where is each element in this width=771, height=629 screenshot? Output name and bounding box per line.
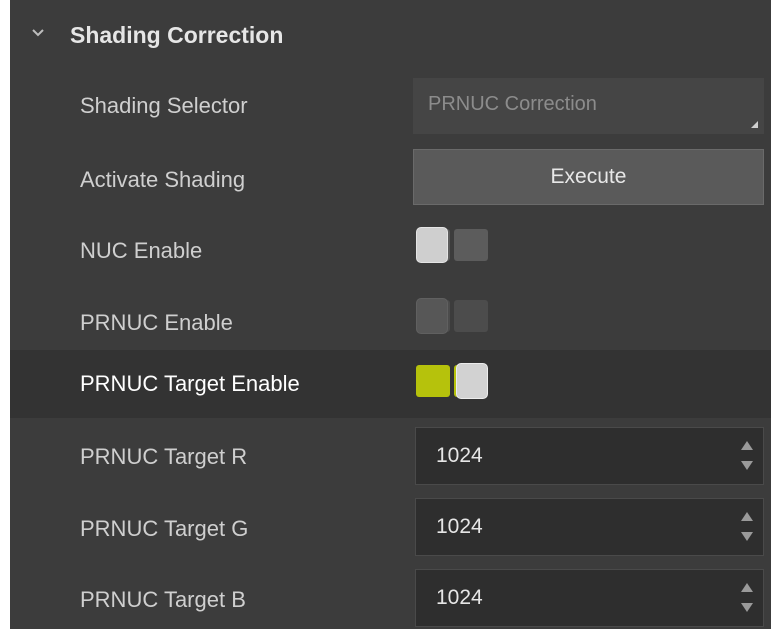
shading-selector-label: Shading Selector [80,93,248,118]
row-prnuc-target-b: PRNUC Target B 1024 [10,566,771,629]
activate-shading-label: Activate Shading [80,167,246,192]
section-header-shading-correction[interactable]: Shading Correction [10,0,771,70]
prnuc-enable-label: PRNUC Enable [80,310,233,335]
chevron-down-icon[interactable] [31,26,45,40]
row-prnuc-target-r: PRNUC Target R 1024 [10,424,771,490]
row-prnuc-enable: PRNUC Enable [10,288,771,354]
prnuc-target-enable-label: PRNUC Target Enable [80,371,300,396]
execute-button[interactable]: Execute [413,149,764,205]
shading-selector-dropdown[interactable]: PRNUC Correction [413,78,764,134]
spin-up-icon[interactable] [741,583,753,592]
nuc-enable-toggle[interactable] [416,226,490,264]
prnuc-target-g-value: 1024 [436,515,483,538]
prnuc-target-g-label: PRNUC Target G [80,516,249,541]
spin-up-icon[interactable] [741,441,753,450]
nuc-enable-label: NUC Enable [80,238,203,263]
prnuc-enable-toggle[interactable] [416,297,490,335]
toggle-knob [416,227,448,263]
row-shading-selector: Shading Selector PRNUC Correction [10,70,771,136]
prnuc-target-b-label: PRNUC Target B [80,587,246,612]
toggle-knob [416,298,448,334]
spin-down-icon[interactable] [741,532,753,541]
section-title: Shading Correction [70,22,284,48]
spin-down-icon[interactable] [741,603,753,612]
toggle-knob [456,363,488,399]
properties-panel: Shading Correction Shading Selector PRNU… [10,0,771,629]
prnuc-target-r-input[interactable]: 1024 [415,427,764,485]
spin-down-icon[interactable] [741,461,753,470]
dropdown-corner-icon [751,121,758,128]
row-prnuc-target-enable: PRNUC Target Enable [10,350,771,418]
row-nuc-enable: NUC Enable [10,216,771,282]
prnuc-target-g-input[interactable]: 1024 [415,498,764,556]
prnuc-target-b-input[interactable]: 1024 [415,569,764,627]
prnuc-target-r-value: 1024 [436,444,483,467]
prnuc-target-enable-toggle[interactable] [416,362,490,400]
spin-up-icon[interactable] [741,512,753,521]
row-activate-shading: Activate Shading Execute [10,145,771,211]
prnuc-target-b-value: 1024 [436,586,483,609]
shading-selector-value: PRNUC Correction [428,93,597,115]
row-prnuc-target-g: PRNUC Target G 1024 [10,495,771,561]
prnuc-target-r-label: PRNUC Target R [80,444,248,469]
